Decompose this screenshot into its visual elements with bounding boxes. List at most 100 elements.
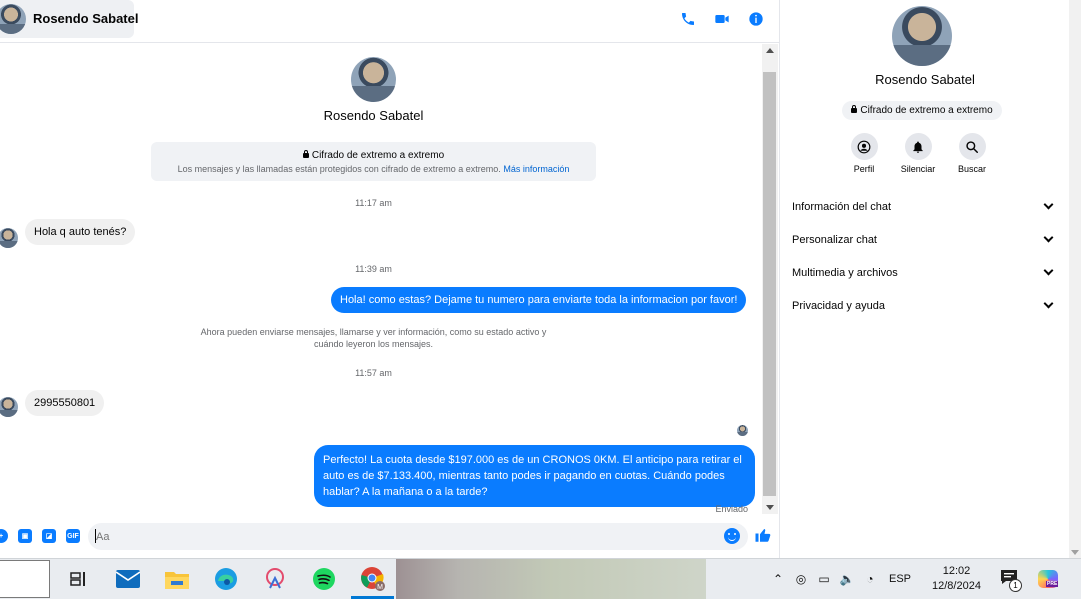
message-composer: + ▣ ◪ GIF [0,515,779,558]
windows-taskbar: M ⌃ ◎ ▭ 🔈 ◔ ESP 12:02 12/8/2024 1 PRE [0,558,1081,599]
mail-app-icon[interactable] [103,559,152,599]
e2e-title-text: Cifrado de extremo a extremo [311,150,445,161]
outgoing-message[interactable]: Perfecto! La cuota desde $197.000 es de … [314,445,755,507]
plus-icon[interactable]: + [0,529,8,543]
task-view-icon[interactable] [54,559,103,599]
section-chat-info[interactable]: Información del chat [792,190,1058,223]
chevron-down-icon [1043,298,1054,309]
svg-text:M: M [377,584,383,591]
taskbar-background [396,559,706,599]
sticker-icon[interactable]: ◪ [42,529,56,543]
message-input[interactable] [88,523,748,550]
message-scrollbar[interactable] [762,44,778,514]
avatar [0,4,26,34]
seen-indicator-avatar [737,425,748,436]
e2e-description-text: Los mensajes y las llamadas están proteg… [177,164,501,174]
contact-avatar-large[interactable] [351,57,396,102]
search-action-label: Buscar [957,164,986,174]
scroll-down-arrow-icon[interactable] [766,505,774,510]
chevron-down-icon [1043,265,1054,276]
input-language[interactable]: ESP [889,573,911,585]
sender-avatar[interactable] [0,397,18,417]
profile-avatar[interactable] [892,6,952,66]
mute-action-label: Silenciar [900,164,936,174]
section-customize-chat[interactable]: Personalizar chat [792,223,1058,256]
incoming-message[interactable]: 2995550801 [25,390,105,416]
clock[interactable]: 12:02 12/8/2024 [932,564,981,594]
message-list[interactable]: Rosendo Sabatel Cifrado de extremo a ext… [0,44,762,514]
thumbs-up-icon[interactable] [754,526,772,544]
emoji-icon[interactable] [724,528,740,544]
info-icon[interactable] [747,10,765,28]
webcam-icon[interactable]: ◎ [793,572,809,586]
taskbar-apps: M [54,559,397,599]
search-icon[interactable] [958,133,986,160]
profile-action-button[interactable]: Perfil [844,133,884,174]
panel-scrollbar[interactable] [1069,0,1081,558]
more-info-link[interactable]: Más información [503,164,569,174]
profile-actions: Perfil Silenciar Buscar [844,133,992,174]
messenger-app: Rosendo Sabatel Rosendo Sabatel Cifrado … [0,0,1081,558]
clock-date: 12/8/2024 [932,580,981,592]
profile-name: Rosendo Sabatel [875,72,975,87]
image-icon[interactable]: ▣ [18,529,32,543]
search-action-button[interactable]: Buscar [952,133,992,174]
notification-count-badge: 1 [1009,579,1022,592]
clock-time: 12:02 [942,565,971,577]
section-label: Privacidad y ayuda [792,299,885,312]
e2e-title: Cifrado de extremo a extremo [151,150,596,161]
e2e-badge: Cifrado de extremo a extremo [842,101,1002,120]
edge-browser-icon[interactable] [201,559,250,599]
file-explorer-icon[interactable] [152,559,201,599]
snipping-tool-icon[interactable] [250,559,299,599]
section-label: Multimedia y archivos [792,266,898,279]
sent-status: Enviado [715,504,748,514]
lock-icon [851,105,858,113]
timestamp: 11:57 am [355,368,392,378]
volume-icon[interactable]: 🔈 [839,572,855,586]
header-actions [679,10,765,28]
system-tray: ⌃ ◎ ▭ 🔈 ◔ ESP 12:02 12/8/2024 [770,559,991,599]
taskbar-search-box[interactable] [0,560,50,598]
outgoing-message[interactable]: Hola! como estas? Dejame tu numero para … [331,287,747,313]
intro-contact-name: Rosendo Sabatel [323,108,424,123]
scroll-up-arrow-icon[interactable] [766,48,774,53]
chrome-browser-icon[interactable]: M [348,559,397,599]
e2e-notice: Cifrado de extremo a extremo Los mensaje… [151,142,596,181]
profile-action-label: Perfil [853,164,875,174]
gif-icon[interactable]: GIF [66,529,80,543]
sender-avatar[interactable] [0,228,18,248]
profile-icon[interactable] [850,133,878,160]
chat-header: Rosendo Sabatel [0,0,779,43]
contact-header-button[interactable]: Rosendo Sabatel [0,0,138,38]
timestamp: 11:39 am [355,264,392,274]
chevron-up-icon[interactable]: ⌃ [770,572,786,586]
scroll-down-arrow-icon[interactable] [1071,550,1079,555]
e2e-description: Los mensajes y las llamadas están proteg… [151,164,596,174]
composer-actions: + ▣ ◪ GIF [0,529,80,543]
details-sections: Información del chat Personalizar chat M… [792,190,1058,322]
chevron-down-icon [1043,232,1054,243]
video-call-icon[interactable] [713,10,731,28]
contact-name: Rosendo Sabatel [33,11,139,26]
mute-action-button[interactable]: Silenciar [898,133,938,174]
wifi-icon[interactable]: ◔ [862,572,878,586]
section-label: Personalizar chat [792,233,877,246]
text-caret [95,529,96,543]
lock-icon [302,150,309,158]
chevron-down-icon [1043,199,1054,210]
section-label: Información del chat [792,200,892,213]
scroll-thumb[interactable] [763,72,776,496]
bell-icon[interactable] [904,133,932,160]
section-privacy-help[interactable]: Privacidad y ayuda [792,289,1058,322]
section-media-files[interactable]: Multimedia y archivos [792,256,1058,289]
copilot-preview-badge: PRE [1046,581,1059,587]
incoming-message[interactable]: Hola q auto tenés? [25,219,136,245]
battery-icon[interactable]: ▭ [816,572,832,586]
timestamp: 11:17 am [355,198,392,208]
e2e-badge-text: Cifrado de extremo a extremo [860,105,993,116]
activity-notice: Ahora pueden enviarse mensajes, llamarse… [200,327,547,349]
phone-icon[interactable] [679,10,697,28]
spotify-icon[interactable] [299,559,348,599]
chat-details-panel: Rosendo Sabatel Cifrado de extremo a ext… [779,0,1069,558]
